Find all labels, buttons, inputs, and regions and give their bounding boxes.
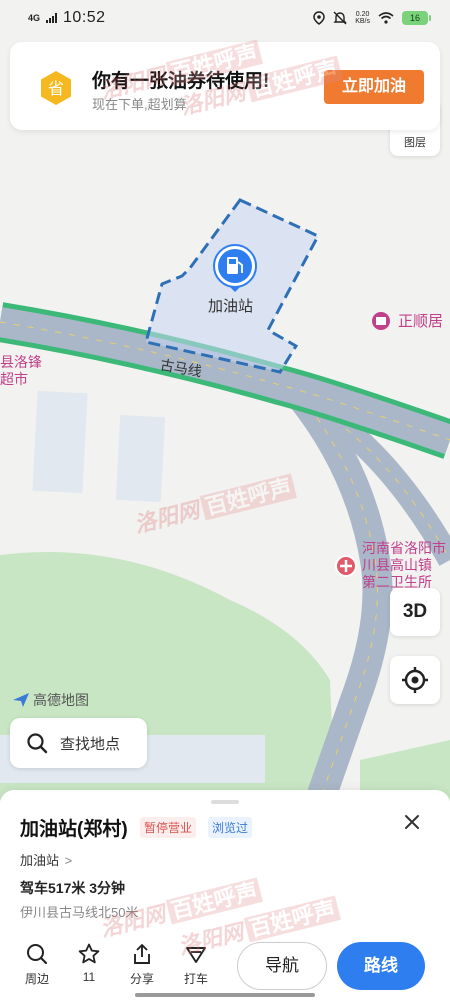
poi-label-supermarket[interactable]: 县洛锋 超市 <box>0 354 42 388</box>
layers-label: 图层 <box>404 137 426 149</box>
status-left: 4G 10:52 <box>28 9 106 27</box>
share-label: 分享 <box>129 972 154 986</box>
locate-icon <box>402 667 428 693</box>
status-badge-viewed: 浏览过 <box>208 817 253 838</box>
status-right: 0.20 KB/s 16 <box>313 11 431 25</box>
signal-icon <box>46 13 58 23</box>
poi-label-line: 川县高山镇 <box>362 557 432 573</box>
coupon-badge-icon: 省 <box>41 71 71 105</box>
gaode-logo-icon <box>13 693 29 707</box>
home-indicator[interactable] <box>135 993 315 997</box>
3d-toggle-button[interactable]: 3D <box>390 588 440 636</box>
search-placeholder: 查找地点 <box>60 735 121 753</box>
star-icon <box>78 943 100 964</box>
favorite-count: 11 <box>82 970 96 984</box>
app-screen: 加油站 古马线 正顺居 县洛锋 超市 河南省洛阳市 川县高山镇 第二卫生所 4G… <box>0 0 450 1000</box>
poi-label-zhengshun[interactable]: 正顺居 <box>398 313 443 330</box>
drive-info: 驾车517米 3分钟 <box>20 880 126 896</box>
status-bar: 4G 10:52 0.20 KB/s 16 <box>0 0 450 36</box>
share-button[interactable]: 分享 <box>122 942 162 987</box>
map-brand: 高德地图 <box>12 690 89 710</box>
route-button[interactable]: 路线 <box>337 942 425 990</box>
nearby-button[interactable]: 周边 <box>17 942 57 987</box>
station-label[interactable]: 加油站 <box>208 295 253 316</box>
taxi-label: 打车 <box>183 972 208 986</box>
share-icon <box>134 944 150 964</box>
poi-label-line: 县洛锋 <box>0 354 42 370</box>
sheet-drag-handle[interactable] <box>211 800 239 804</box>
speed-unit: KB/s <box>355 18 370 25</box>
poi-label-clinic[interactable]: 河南省洛阳市 川县高山镇 第二卫生所 <box>362 540 450 591</box>
coupon-badge-char: 省 <box>48 79 64 98</box>
locate-button[interactable] <box>390 656 440 704</box>
battery-indicator: 16 <box>402 11 431 25</box>
search-icon <box>27 944 48 965</box>
location-icon <box>313 11 325 25</box>
building-block <box>115 414 166 503</box>
poi-label-line: 超市 <box>0 371 28 387</box>
clock: 10:52 <box>63 9 106 26</box>
close-icon[interactable] <box>402 812 422 832</box>
mute-bell-icon <box>333 11 347 25</box>
poi-label-line: 河南省洛阳市 <box>362 540 446 556</box>
search-place-box[interactable]: 查找地点 <box>10 718 147 768</box>
network-speed: 0.20 KB/s <box>355 11 370 25</box>
search-icon <box>27 733 48 754</box>
building-block <box>32 390 88 494</box>
nearby-label: 周边 <box>24 972 49 986</box>
poi-title: 加油站(郑村) <box>20 819 128 840</box>
chevron-right-icon: > <box>64 853 73 868</box>
navigate-button[interactable]: 导航 <box>237 942 327 990</box>
network-type: 4G <box>28 12 41 23</box>
favorite-button[interactable]: 11 <box>69 942 109 984</box>
poi-category: 加油站 <box>20 853 60 868</box>
poi-category-link[interactable]: 加油站 > <box>20 850 72 869</box>
map-brand-text: 高德地图 <box>33 692 89 708</box>
wifi-icon <box>378 12 394 24</box>
speed-value: 0.20 <box>355 11 370 18</box>
status-badge-closed: 暂停营业 <box>140 817 197 838</box>
